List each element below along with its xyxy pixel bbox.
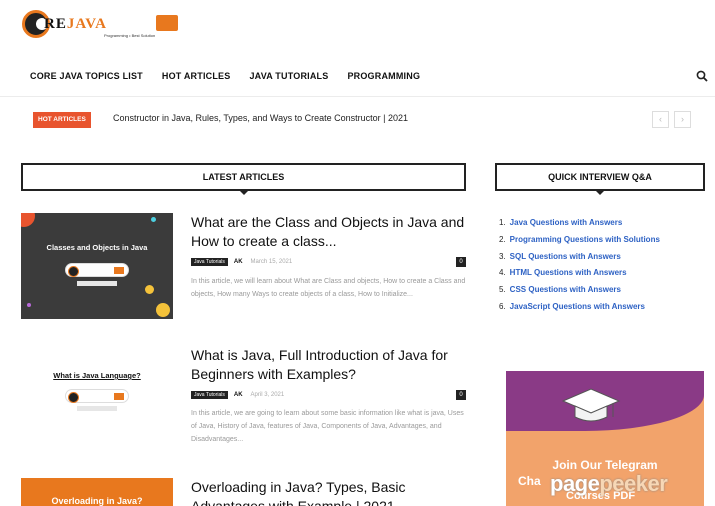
thumbnail-url-bar bbox=[77, 406, 117, 411]
article-thumbnail[interactable]: Overloading in Java? bbox=[21, 478, 173, 506]
quick-item-html[interactable]: 4. HTML Questions with Answers bbox=[499, 265, 705, 282]
quick-item-javascript[interactable]: 6. JavaScript Questions with Answers bbox=[499, 299, 705, 316]
logo-text: REJAVA bbox=[44, 16, 107, 32]
site-logo[interactable]: REJAVA Programming • Best Solution bbox=[22, 10, 182, 40]
nav-divider bbox=[0, 96, 715, 97]
category-badge[interactable]: Java Tutorials bbox=[191, 258, 228, 266]
ticker-headline-link[interactable]: Constructor in Java, Rules, Types, and W… bbox=[113, 113, 408, 123]
ticker-prev-button[interactable]: ‹ bbox=[652, 111, 669, 128]
nav-item-core-java-topics[interactable]: CORE JAVA TOPICS LIST bbox=[30, 71, 143, 81]
coffee-cup-icon bbox=[156, 15, 178, 31]
quick-item-css[interactable]: 5. CSS Questions with Answers bbox=[499, 282, 705, 299]
category-badge[interactable]: Java Tutorials bbox=[191, 391, 228, 399]
nav-item-java-tutorials[interactable]: JAVA TUTORIALS bbox=[249, 71, 328, 81]
article-card: What is Java Language? What is Java, Ful… bbox=[21, 346, 466, 452]
article-meta: Java Tutorials AK March 15, 2021 0 bbox=[191, 257, 466, 267]
article-thumbnail[interactable]: What is Java Language? bbox=[21, 346, 173, 452]
decor-circle-icon bbox=[21, 213, 35, 227]
ticker-badge: HOT ARTICLES bbox=[33, 112, 91, 128]
article-date: April 3, 2021 bbox=[250, 392, 285, 398]
quick-item-programming[interactable]: 2. Programming Questions with Solutions bbox=[499, 232, 705, 249]
article-date: March 15, 2021 bbox=[250, 259, 293, 265]
quick-interview-list: 1. Java Questions with Answers 2. Programm… bbox=[499, 215, 705, 316]
ad-headline: Join Our Telegram bbox=[552, 458, 658, 472]
search-icon[interactable] bbox=[696, 70, 708, 82]
article-card: Classes and Objects in Java What are the… bbox=[21, 213, 466, 319]
thumbnail-caption: Classes and Objects in Java bbox=[46, 243, 148, 252]
thumbnail-url-bar bbox=[77, 281, 117, 286]
decor-dot-icon bbox=[151, 217, 156, 222]
decor-dot-icon bbox=[145, 285, 154, 294]
nav-item-hot-articles[interactable]: HOT ARTICLES bbox=[162, 71, 231, 81]
thumbnail-logo bbox=[65, 263, 129, 277]
latest-articles-heading: LATEST ARTICLES bbox=[21, 163, 466, 195]
ticker-next-button[interactable]: › bbox=[674, 111, 691, 128]
quick-item-sql[interactable]: 3. SQL Questions with Answers bbox=[499, 249, 705, 266]
quick-interview-heading: QUICK INTERVIEW Q&A bbox=[495, 163, 705, 195]
article-title[interactable]: Overloading in Java? Types, Basic Advant… bbox=[191, 478, 466, 506]
graduation-cap-icon bbox=[561, 388, 621, 422]
pagepeeker-watermark: pagepeeker bbox=[550, 471, 668, 496]
article-title[interactable]: What are the Class and Objects in Java a… bbox=[191, 213, 466, 251]
article-excerpt: In this article, we will learn about Wha… bbox=[191, 278, 466, 298]
article-title[interactable]: What is Java, Full Introduction of Java … bbox=[191, 346, 466, 384]
article-card: Overloading in Java? Overloading in Java… bbox=[21, 478, 466, 506]
main-nav: CORE JAVA TOPICS LIST HOT ARTICLES JAVA … bbox=[30, 71, 439, 81]
article-author[interactable]: AK bbox=[234, 392, 243, 398]
decor-dot-icon bbox=[27, 303, 31, 307]
article-excerpt: In this article, we are going to learn a… bbox=[191, 410, 464, 443]
comment-count-badge[interactable]: 0 bbox=[456, 257, 466, 267]
article-meta: Java Tutorials AK April 3, 2021 0 bbox=[191, 390, 466, 400]
decor-circle-icon bbox=[156, 303, 170, 317]
thumbnail-caption: What is Java Language? bbox=[53, 371, 141, 380]
logo-tagline: Programming • Best Solution bbox=[104, 33, 156, 38]
comment-count-badge[interactable]: 0 bbox=[456, 390, 466, 400]
ad-subline: Cha bbox=[518, 474, 541, 488]
article-author[interactable]: AK bbox=[234, 259, 243, 265]
nav-item-programming[interactable]: PROGRAMMING bbox=[347, 71, 420, 81]
quick-item-java[interactable]: 1. Java Questions with Answers bbox=[499, 215, 705, 232]
article-thumbnail[interactable]: Classes and Objects in Java bbox=[21, 213, 173, 319]
thumbnail-logo bbox=[65, 389, 129, 403]
thumbnail-caption: Overloading in Java? bbox=[51, 496, 143, 506]
